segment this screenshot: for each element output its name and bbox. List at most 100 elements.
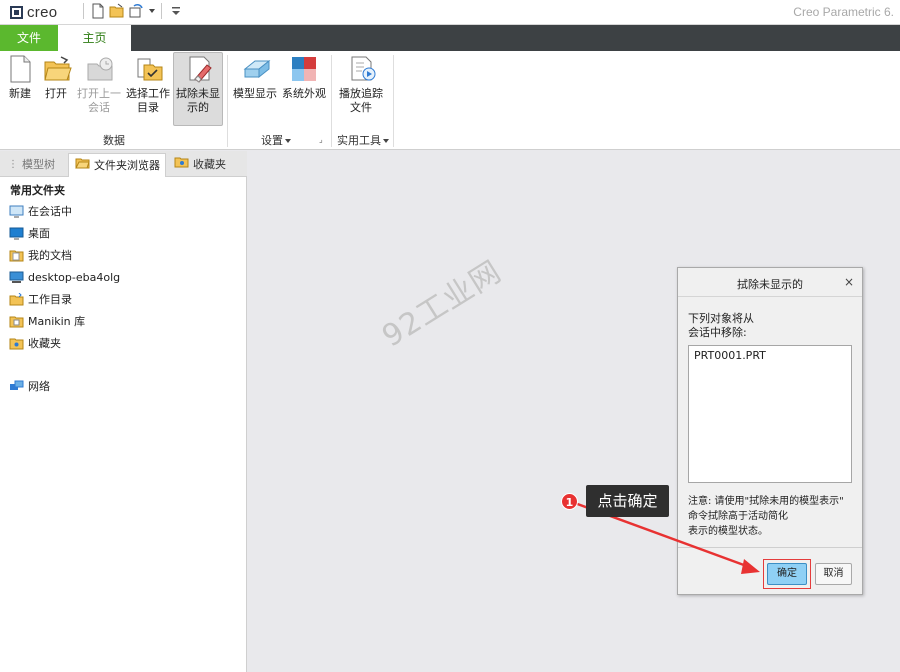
open-folder-icon[interactable] [109, 3, 125, 19]
window-title: Creo Parametric 6. [793, 5, 894, 19]
app-icon [10, 6, 23, 19]
chevron-down-icon [383, 139, 389, 143]
folder-item-label: desktop-eba4olg [28, 270, 121, 284]
library-icon [9, 315, 24, 328]
new-button[interactable]: 新建 [4, 53, 36, 125]
dialog-note: 注意: 请使用"拭除未用的模型表示" 命令拭除高于活动简化 表示的模型状态。 [688, 494, 860, 539]
erase-not-displayed-button[interactable]: 拭除未显 示的 [173, 52, 223, 126]
group-label-utilities[interactable]: 实用工具 [335, 132, 391, 148]
creo-logo: creo [10, 4, 58, 21]
dialog-title: 拭除未显示的 [737, 278, 803, 291]
ok-button[interactable]: 确定 [767, 563, 807, 585]
folder-item-my-documents[interactable]: 我的文档 [9, 245, 72, 265]
folder-item-desktop[interactable]: 桌面 [9, 223, 50, 243]
model-display-icon [242, 55, 271, 83]
computer-icon [9, 271, 24, 283]
group-label-data: 数据 [103, 134, 125, 147]
ribbon: 新建 打开 打开上一 会话 选择工作 目录 拭除未显 示的 数据 模型显示 系统… [0, 51, 900, 150]
annotation-callout: 点击确定 [586, 485, 669, 517]
toolbar-divider [83, 3, 84, 19]
folder-item-label: 在会话中 [28, 205, 72, 218]
dialog-note-line-1: 注意: 请使用"拭除未用的模型表示" [688, 496, 844, 507]
regenerate-icon[interactable] [128, 3, 144, 19]
cancel-button[interactable]: 取消 [815, 563, 852, 585]
favorites-icon [174, 154, 189, 176]
open-last-session-button[interactable]: 打开上一 会话 [76, 53, 122, 125]
model-display-label: 模型显示 [233, 87, 277, 100]
tab-home[interactable]: 主页 [58, 25, 131, 51]
dialog-message-line-2: 会话中移除: [688, 326, 747, 339]
working-dir-icon [135, 55, 163, 83]
folder-item-network[interactable]: 网络 [9, 376, 50, 396]
open-button[interactable]: 打开 [38, 53, 74, 125]
group-label-settings[interactable]: 设置 [231, 132, 321, 148]
model-tree-icon: ⋮ [8, 159, 18, 170]
folder-item-working-dir[interactable]: 工作目录 [9, 289, 72, 309]
customize-toolbar-icon[interactable] [168, 3, 184, 19]
open-label: 打开 [45, 87, 67, 100]
playback-label-1: 播放追踪 [339, 87, 383, 100]
tab-favorites-label: 收藏夹 [193, 158, 226, 171]
folder-item-label: 收藏夹 [28, 337, 61, 350]
list-item[interactable]: PRT0001.PRT [694, 349, 846, 362]
playback-trail-icon [348, 55, 376, 83]
tab-favorites[interactable]: 收藏夹 [168, 153, 246, 177]
ribbon-group-divider [331, 55, 332, 147]
eraser-icon [185, 55, 212, 83]
erase-not-displayed-dialog: 拭除未显示的 × 下列对象将从 会话中移除: PRT0001.PRT 注意: 请… [677, 267, 863, 595]
tab-folder-browser[interactable]: 文件夹浏览器 [68, 153, 166, 177]
tab-model-tree[interactable]: ⋮ 模型树 [2, 153, 66, 177]
dialog-message: 下列对象将从 会话中移除: [688, 312, 754, 340]
open-last-session-icon [86, 55, 113, 83]
folder-item-computer[interactable]: desktop-eba4olg [9, 267, 120, 287]
system-appearance-button[interactable]: 系统外观 [281, 53, 327, 125]
dialog-note-line-2: 命令拭除高于活动简化 [688, 511, 788, 522]
open-last-session-label-1: 打开上一 [77, 87, 121, 100]
logo-text: creo [27, 4, 58, 21]
documents-icon [9, 249, 24, 262]
playback-trail-button[interactable]: 播放追踪 文件 [335, 53, 387, 125]
folder-browser-icon [75, 155, 90, 177]
folder-browser-panel: 常用文件夹 在会话中 桌面 我的文档 desktop-eba4olg 工作目录 … [0, 177, 247, 672]
new-label: 新建 [9, 87, 31, 100]
new-file-icon[interactable] [90, 3, 106, 19]
monitor-icon [9, 205, 24, 218]
system-appearance-icon [291, 55, 317, 83]
object-list[interactable]: PRT0001.PRT [688, 345, 852, 483]
ribbon-group-divider [227, 55, 228, 147]
select-working-dir-label-1: 选择工作 [126, 87, 170, 100]
folder-item-label: Manikin 库 [28, 315, 86, 328]
folder-item-favorites[interactable]: 收藏夹 [9, 333, 61, 353]
ribbon-group-divider [393, 55, 394, 147]
ribbon-tab-bar: 文件 主页 [0, 25, 900, 51]
folder-item-label: 工作目录 [28, 293, 72, 306]
common-folders-heading: 常用文件夹 [10, 184, 65, 197]
utilities-group-label: 实用工具 [337, 134, 381, 147]
navigator-tabs: ⋮ 模型树 文件夹浏览器 收藏夹 [0, 151, 247, 177]
settings-group-label: 设置 [261, 134, 283, 147]
step-badge: 1 [561, 493, 578, 510]
select-working-dir-button[interactable]: 选择工作 目录 [124, 53, 172, 125]
model-display-button[interactable]: 模型显示 [231, 53, 279, 125]
tab-file[interactable]: 文件 [0, 25, 58, 51]
folder-item-in-session[interactable]: 在会话中 [9, 201, 72, 221]
dialog-divider [678, 547, 862, 548]
close-icon[interactable]: × [844, 275, 854, 289]
select-working-dir-label-2: 目录 [137, 101, 159, 114]
erase-label-2: 示的 [187, 101, 209, 114]
toolbar-divider [161, 3, 162, 19]
dialog-launcher-icon[interactable]: ⌟ [319, 135, 323, 144]
tab-folder-browser-label: 文件夹浏览器 [94, 158, 160, 172]
folder-item-manikin-library[interactable]: Manikin 库 [9, 311, 85, 331]
chevron-down-icon[interactable] [149, 9, 155, 13]
erase-label-1: 拭除未显 [176, 87, 220, 100]
open-folder-icon [43, 55, 72, 83]
system-appearance-label: 系统外观 [282, 87, 326, 100]
dialog-titlebar[interactable]: 拭除未显示的 × [678, 268, 862, 297]
network-icon [9, 380, 24, 392]
desktop-icon [9, 227, 24, 240]
tab-model-tree-label: 模型树 [22, 158, 55, 171]
quick-access-toolbar [80, 3, 184, 19]
new-document-icon [7, 55, 33, 83]
folder-item-label: 桌面 [28, 227, 50, 240]
